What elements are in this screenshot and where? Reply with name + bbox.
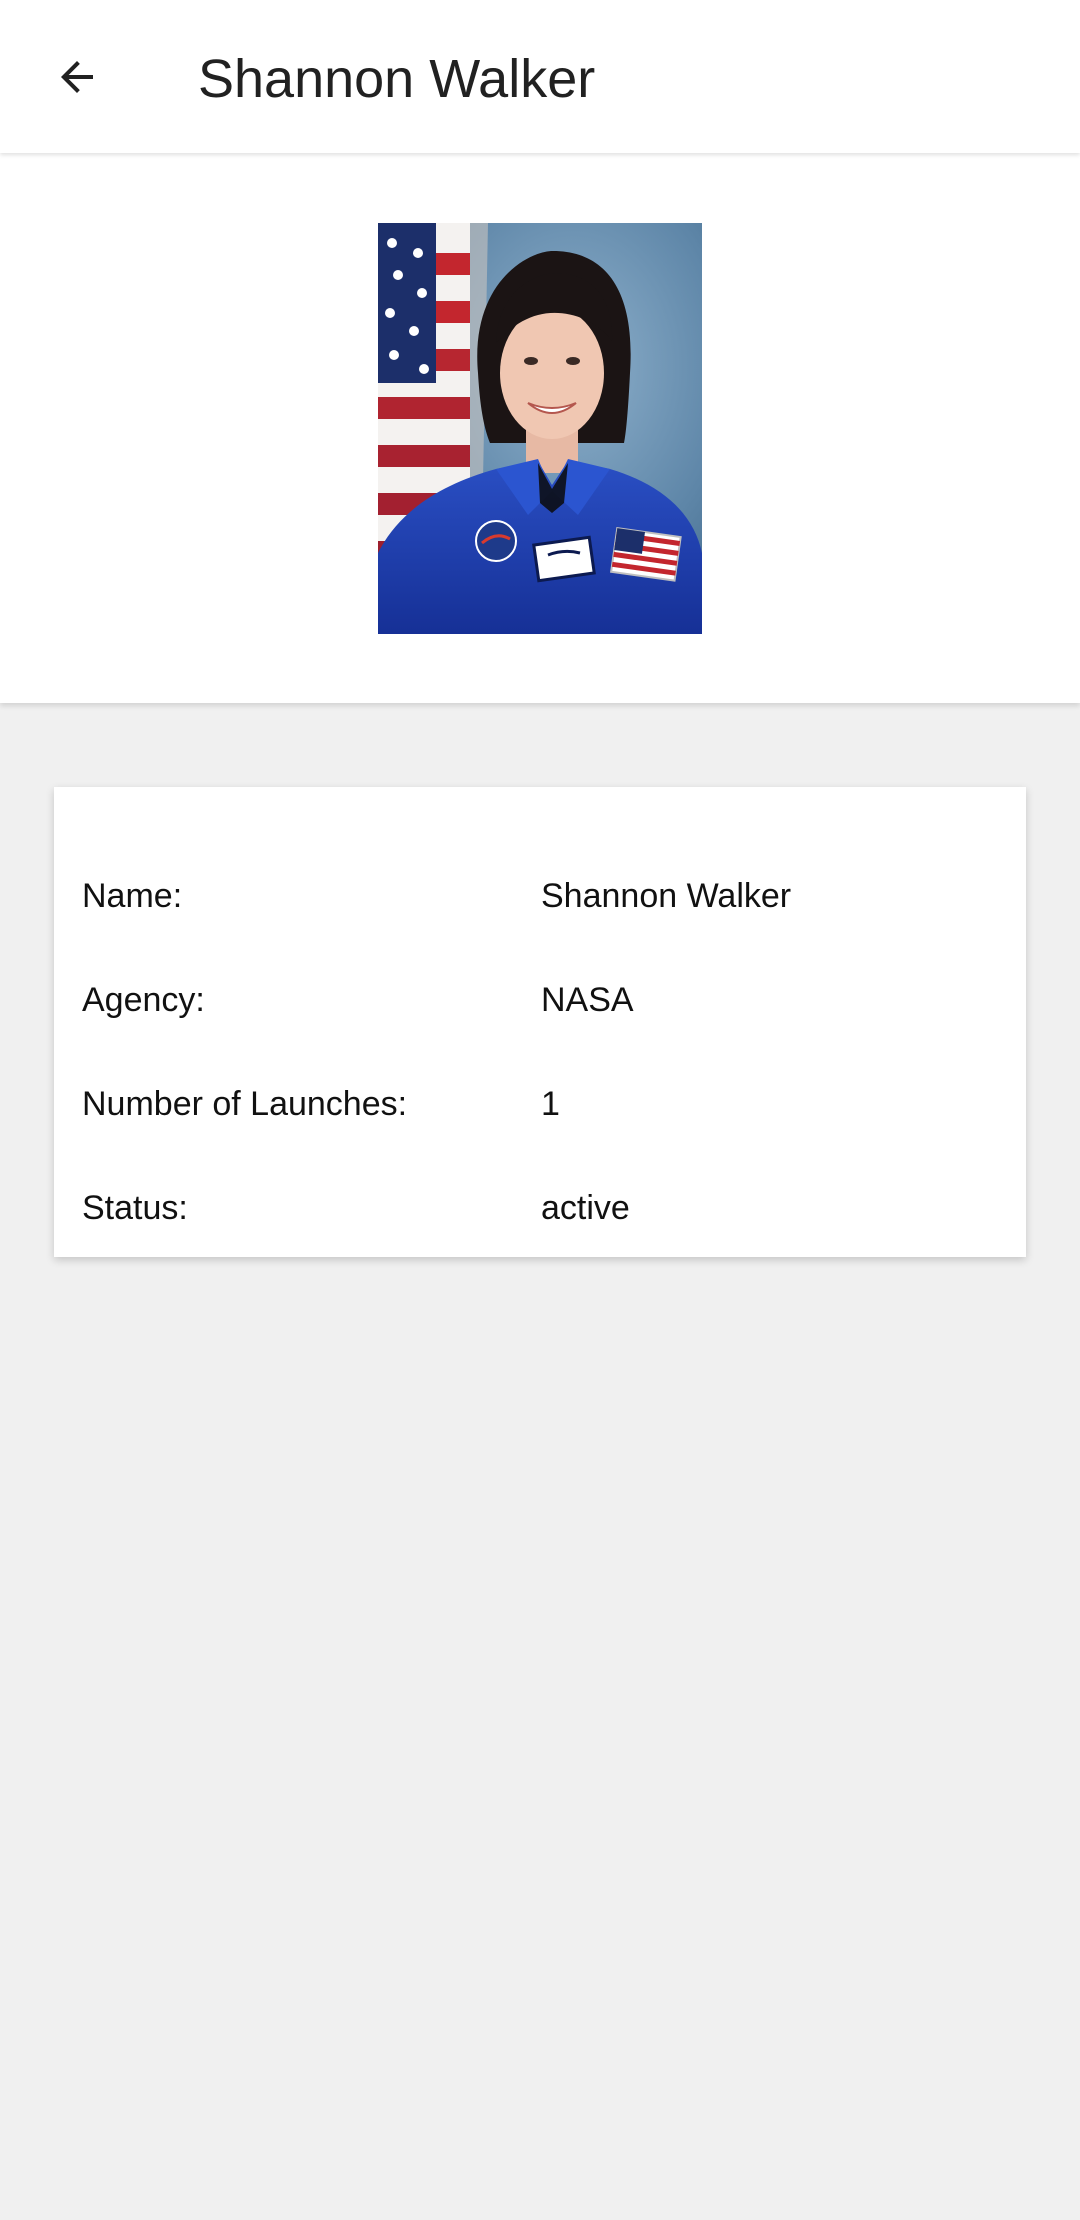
- detail-label: Status:: [82, 1189, 188, 1227]
- detail-row-name: Name: Shannon Walker: [54, 866, 1026, 926]
- detail-label: Number of Launches:: [82, 1085, 408, 1123]
- top-app-bar: Shannon Walker: [0, 0, 1080, 153]
- details-card: Name: Shannon Walker Agency: NASA Number…: [54, 787, 1026, 1257]
- arrow-back-icon: [61, 61, 93, 93]
- astronaut-portrait: [378, 223, 702, 634]
- detail-label: Name:: [82, 877, 183, 915]
- detail-row-status: Status: active: [54, 1178, 1026, 1238]
- detail-label: Agency:: [82, 981, 205, 1019]
- detail-row-agency: Agency: NASA: [54, 970, 1026, 1030]
- detail-value: 1: [541, 1085, 560, 1123]
- page-title: Shannon Walker: [198, 49, 596, 109]
- back-button[interactable]: [36, 36, 118, 118]
- detail-value: NASA: [541, 981, 634, 1019]
- detail-value: active: [541, 1189, 630, 1227]
- profile-header: [0, 153, 1080, 703]
- detail-value: Shannon Walker: [541, 877, 792, 915]
- detail-row-launches: Number of Launches: 1: [54, 1074, 1026, 1134]
